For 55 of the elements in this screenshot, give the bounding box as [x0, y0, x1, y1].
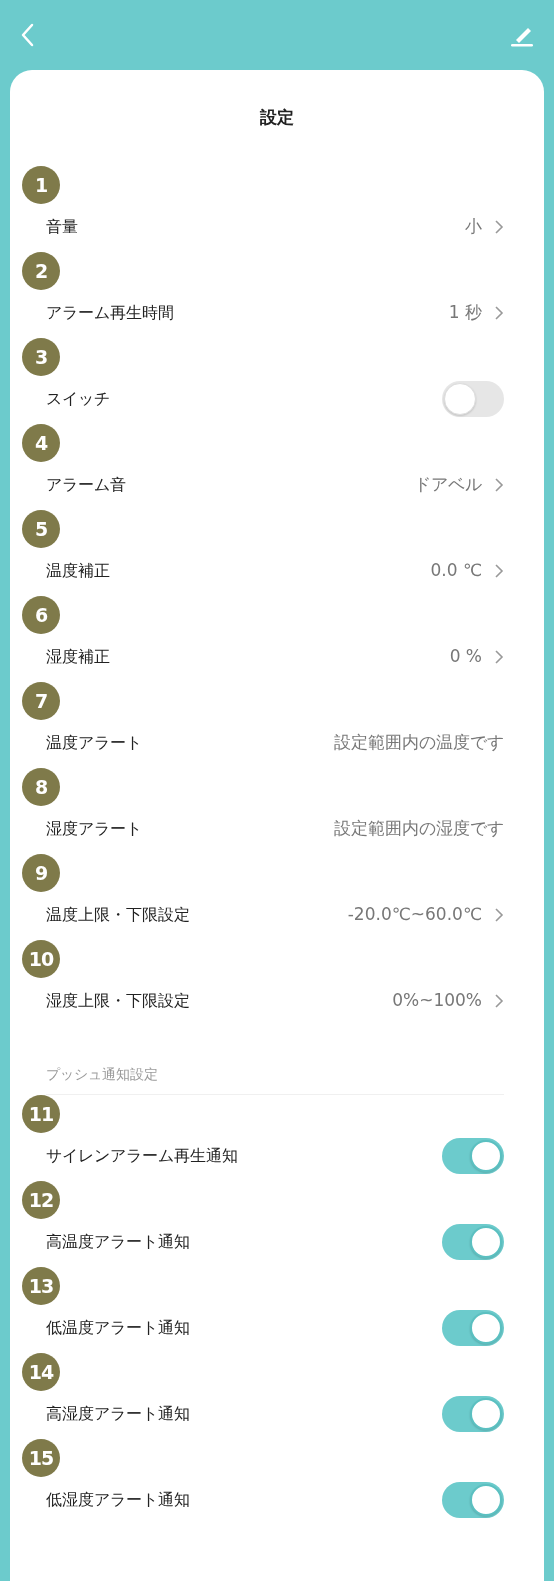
- setting-row[interactable]: アラーム音 ドアベル: [22, 462, 504, 508]
- setting-row[interactable]: 温度上限・下限設定 -20.0℃~60.0℃: [22, 892, 504, 938]
- chevron-icon: [494, 649, 504, 665]
- number-marker: 11: [22, 1095, 60, 1133]
- toggle-switch[interactable]: [442, 1482, 504, 1518]
- toggle-switch[interactable]: [442, 1310, 504, 1346]
- chevron-icon: [494, 477, 504, 493]
- number-marker: 8: [22, 768, 60, 806]
- setting-row[interactable]: アラーム再生時間 1 秒: [22, 290, 504, 336]
- number-marker: 1: [22, 166, 60, 204]
- setting-value: -20.0℃~60.0℃: [347, 903, 482, 927]
- number-marker: 2: [22, 252, 60, 290]
- number-marker: 4: [22, 424, 60, 462]
- number-marker: 10: [22, 940, 60, 978]
- setting-row[interactable]: 湿度アラート 設定範囲内の湿度です: [22, 806, 504, 852]
- setting-row[interactable]: スイッチ: [22, 376, 504, 422]
- chevron-icon: [494, 563, 504, 579]
- setting-row[interactable]: 温度補正 0.0 ℃: [22, 548, 504, 594]
- chevron-icon: [494, 907, 504, 923]
- chevron-icon: [494, 993, 504, 1009]
- setting-value: 設定範囲内の湿度です: [334, 817, 504, 841]
- number-marker: 13: [22, 1267, 60, 1305]
- toggle-switch[interactable]: [442, 381, 504, 417]
- setting-row[interactable]: 高湿度アラート通知: [22, 1391, 504, 1437]
- toggle-switch[interactable]: [442, 1224, 504, 1260]
- setting-row[interactable]: サイレンアラーム再生通知: [22, 1133, 504, 1179]
- number-marker: 12: [22, 1181, 60, 1219]
- toggle-switch[interactable]: [442, 1138, 504, 1174]
- setting-row[interactable]: 音量 小: [22, 204, 504, 250]
- screen-title: 設定: [260, 106, 294, 130]
- number-marker: 9: [22, 854, 60, 892]
- section-header: プッシュ通知設定: [46, 1066, 158, 1082]
- setting-row[interactable]: 低温度アラート通知: [22, 1305, 504, 1351]
- back-icon[interactable]: [20, 23, 34, 47]
- number-marker: 15: [22, 1439, 60, 1477]
- number-marker: 3: [22, 338, 60, 376]
- setting-value: ドアベル: [414, 473, 482, 497]
- number-marker: 6: [22, 596, 60, 634]
- chevron-icon: [494, 219, 504, 235]
- setting-row[interactable]: 高温度アラート通知: [22, 1219, 504, 1265]
- setting-value: 0%~100%: [392, 989, 482, 1013]
- setting-row[interactable]: 湿度上限・下限設定 0%~100%: [22, 978, 504, 1024]
- setting-value: 0 %: [449, 645, 482, 669]
- chevron-icon: [494, 305, 504, 321]
- setting-value: 小: [465, 215, 482, 239]
- toggle-switch[interactable]: [442, 1396, 504, 1432]
- setting-value: 0.0 ℃: [430, 559, 482, 583]
- number-marker: 7: [22, 682, 60, 720]
- setting-row[interactable]: 低湿度アラート通知: [22, 1477, 504, 1523]
- setting-row[interactable]: 温度アラート 設定範囲内の温度です: [22, 720, 504, 766]
- number-marker: 14: [22, 1353, 60, 1391]
- setting-value: 1 秒: [448, 301, 482, 325]
- setting-row[interactable]: 湿度補正 0 %: [22, 634, 504, 680]
- number-marker: 5: [22, 510, 60, 548]
- setting-value: 設定範囲内の温度です: [334, 731, 504, 755]
